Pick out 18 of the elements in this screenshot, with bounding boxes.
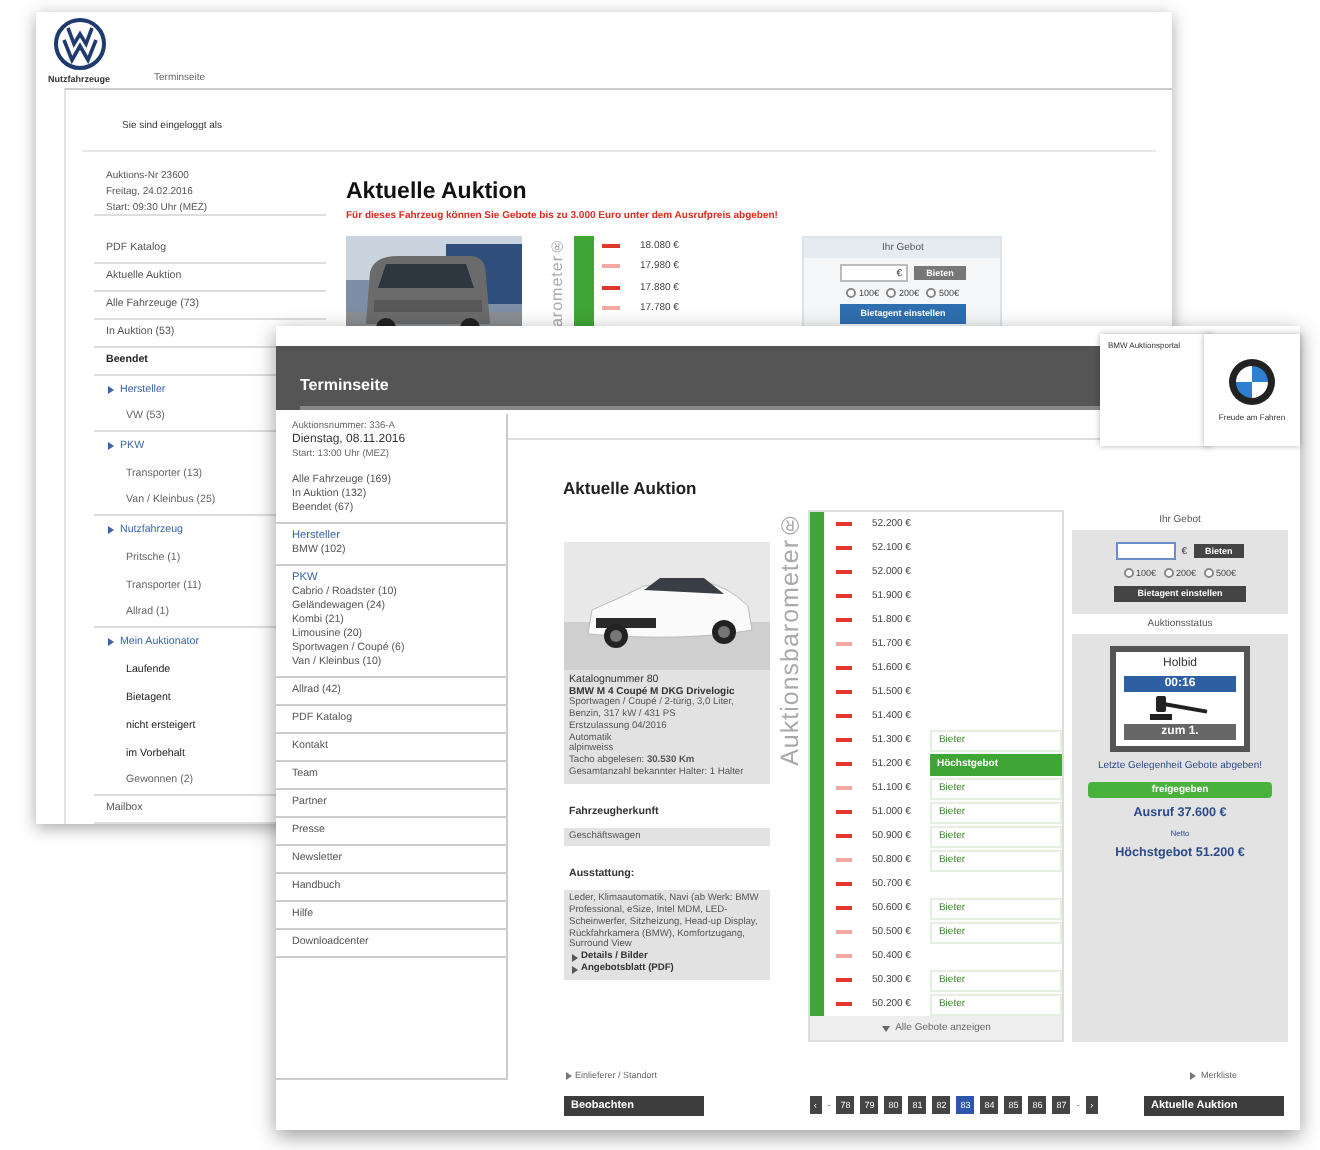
bullet-icon [106, 638, 114, 646]
bid-field[interactable] [1115, 542, 1176, 560]
bullet-icon [569, 965, 577, 974]
roundel-icon [1228, 357, 1276, 406]
gavel-icon [1150, 696, 1210, 721]
barometer-label: Auktionsbarometer® [777, 510, 802, 766]
emblem-icon [53, 17, 105, 70]
page-title: Aktuelle Auktion [563, 478, 699, 502]
bullet-icon [106, 526, 114, 534]
bullet-icon [563, 1071, 571, 1080]
bullet-icon [106, 386, 114, 394]
page-title: Aktuelle Auktion [346, 180, 529, 204]
bullet-icon [1188, 1071, 1197, 1080]
header-title: Terminseite [300, 376, 389, 394]
caret-icon [881, 1025, 890, 1031]
bullet-icon [106, 442, 114, 450]
barometer-label: arometer® [550, 236, 566, 328]
bullet-icon [569, 953, 577, 962]
